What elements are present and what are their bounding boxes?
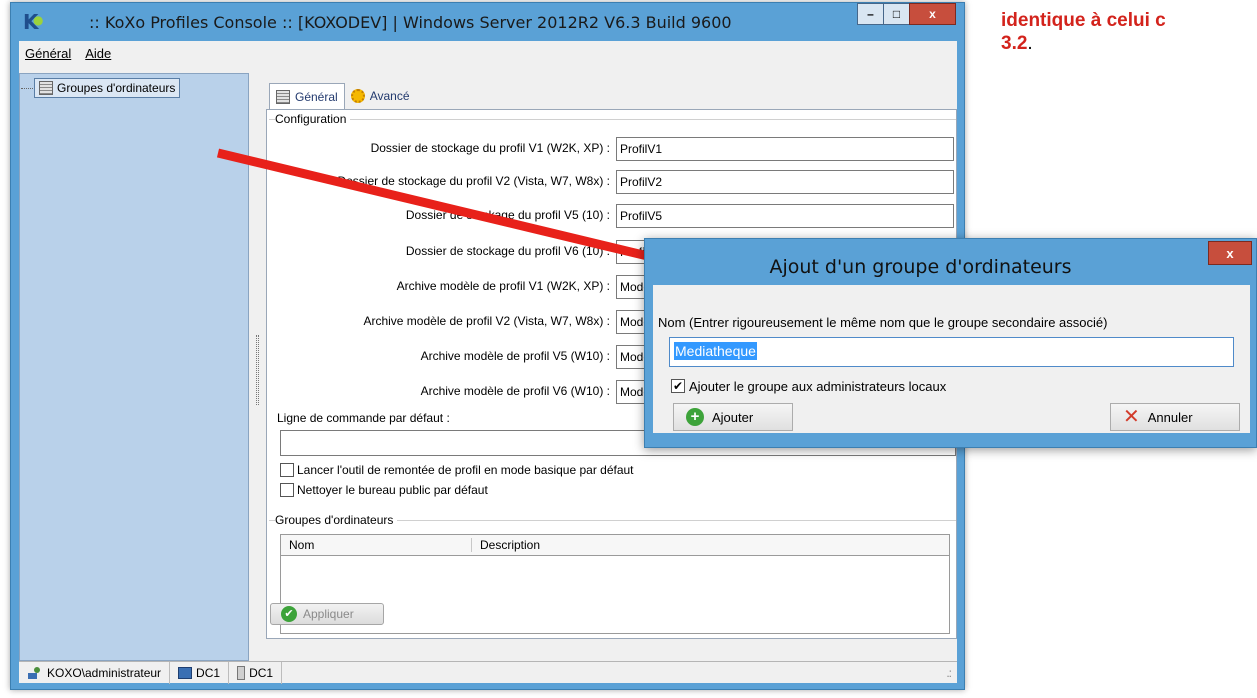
local-admins-checkbox-row[interactable]: ✔ Ajouter le groupe aux administrateurs …	[671, 377, 946, 395]
annotation-line-1: identique à celui c	[1001, 10, 1166, 31]
profile-v5-folder-input[interactable]: ProfilV5	[616, 204, 954, 228]
config-row-label: Archive modèle de profil V1 (W2K, XP) :	[396, 279, 610, 293]
computer-icon	[178, 666, 193, 679]
add-button-label: Ajouter	[712, 409, 754, 425]
clean-desktop-checkbox[interactable]	[280, 483, 294, 497]
basic-mode-checkbox-row[interactable]: Lancer l'outil de remontée de profil en …	[280, 461, 634, 479]
config-row-label: Dossier de stockage du profil V2 (Vista,…	[337, 174, 610, 188]
user-network-icon	[28, 666, 40, 679]
check-icon: ✔	[281, 606, 297, 622]
annotation-period: .	[1027, 33, 1033, 54]
computer-group-icon	[39, 81, 53, 95]
status-dc-server-label: DC1	[249, 665, 274, 680]
dialog-close-button[interactable]: x	[1208, 241, 1252, 265]
config-row: Dossier de stockage du profil V5 (10) : …	[267, 204, 956, 228]
default-command-label: Ligne de commande par défaut :	[277, 411, 450, 425]
config-row-label: Dossier de stockage du profil V6 (10) :	[405, 244, 610, 258]
tab-avance[interactable]: Avancé	[345, 83, 416, 109]
dialog-body: Nom (Entrer rigoureusement le même nom q…	[653, 285, 1250, 433]
title-bar[interactable]: K ● :: KoXo Profiles Console :: [KOXODEV]…	[11, 3, 964, 41]
status-user: KOXO\administrateur	[19, 661, 171, 684]
configuration-section-title: Configuration	[275, 112, 351, 126]
splitter-handle[interactable]	[256, 335, 259, 405]
clean-desktop-checkbox-label: Nettoyer le bureau public par défaut	[297, 483, 488, 497]
basic-mode-checkbox[interactable]	[280, 463, 294, 477]
dialog-title: Ajout d'un groupe d'ordinateurs	[769, 256, 1072, 278]
add-button[interactable]: + Ajouter	[673, 403, 793, 431]
cancel-button[interactable]: ✕ Annuler	[1110, 403, 1240, 431]
basic-mode-checkbox-label: Lancer l'outil de remontée de profil en …	[297, 463, 634, 477]
menu-general[interactable]: Général	[25, 46, 71, 61]
annotation-section-ref: 3.2	[1001, 33, 1028, 54]
apply-button[interactable]: ✔ Appliquer	[270, 603, 384, 625]
profile-v1-folder-input[interactable]: ProfilV1	[616, 137, 954, 161]
local-admins-checkbox-label: Ajouter le groupe aux administrateurs lo…	[689, 378, 947, 394]
window-title: :: KoXo Profiles Console :: [KOXODEV] | …	[89, 13, 732, 32]
tab-strip: Général Avancé	[269, 83, 416, 109]
maximize-button[interactable]: □	[883, 3, 910, 25]
config-row-label: Dossier de stockage du profil V1 (W2K, X…	[370, 141, 610, 155]
menu-bar: Général Aide	[19, 41, 957, 65]
group-name-value: Mediatheque	[674, 342, 757, 360]
config-row-label: Dossier de stockage du profil V5 (10) :	[405, 208, 610, 222]
status-bar: KOXO\administrateur DC1 DC1 .:	[19, 661, 957, 684]
add-computer-group-dialog: Ajout d'un groupe d'ordinateurs x Nom (E…	[644, 238, 1257, 448]
status-dc-computer: DC1	[170, 661, 230, 684]
resize-grip-icon[interactable]: .:	[946, 666, 952, 680]
add-icon: +	[686, 408, 704, 426]
groups-table-header: Nom Description	[280, 534, 950, 556]
close-button[interactable]: x	[909, 3, 956, 25]
tab-general-label: Général	[295, 89, 338, 104]
tab-avance-label: Avancé	[369, 89, 410, 103]
group-name-input[interactable]: Mediatheque	[669, 337, 1234, 367]
close-icon: ✕	[1123, 406, 1140, 428]
navigation-tree[interactable]: Groupes d'ordinateurs	[19, 73, 249, 661]
status-dc-server: DC1	[229, 661, 283, 684]
group-name-label: Nom (Entrer rigoureusement le même nom q…	[658, 315, 1108, 330]
config-row-label: Archive modèle de profil V2 (Vista, W7, …	[363, 314, 610, 328]
window-controls: – □ x	[857, 3, 956, 25]
clean-desktop-checkbox-row[interactable]: Nettoyer le bureau public par défaut	[280, 481, 488, 499]
status-user-label: KOXO\administrateur	[47, 665, 162, 680]
local-admins-checkbox[interactable]: ✔	[671, 379, 685, 393]
tree-item-label: Groupes d'ordinateurs	[57, 81, 176, 95]
general-tab-icon	[276, 89, 290, 104]
config-row-label: Archive modèle de profil V5 (W10) :	[420, 349, 610, 363]
config-row: Dossier de stockage du profil V1 (W2K, X…	[267, 137, 956, 161]
profile-v2-folder-input[interactable]: ProfilV2	[616, 170, 954, 194]
cancel-button-label: Annuler	[1147, 409, 1193, 425]
config-row: Dossier de stockage du profil V2 (Vista,…	[267, 170, 956, 194]
status-dc-label: DC1	[196, 665, 221, 680]
configuration-divider	[269, 119, 956, 120]
groups-section-title: Groupes d'ordinateurs	[275, 513, 398, 527]
tab-general[interactable]: Général	[269, 83, 345, 109]
column-header-description[interactable]: Description	[471, 538, 540, 552]
gear-icon	[350, 89, 365, 103]
server-icon	[237, 665, 246, 680]
menu-aide[interactable]: Aide	[85, 46, 111, 61]
tree-item-groupes-ordinateurs[interactable]: Groupes d'ordinateurs	[20, 78, 181, 98]
minimize-button[interactable]: –	[857, 3, 884, 25]
koxo-logo-icon: K ●	[23, 10, 44, 34]
apply-button-label: Appliquer	[303, 607, 354, 621]
config-row-label: Archive modèle de profil V6 (W10) :	[420, 384, 610, 398]
annotation-line-2: 3.2.	[1001, 32, 1033, 55]
column-header-nom[interactable]: Nom	[281, 538, 471, 552]
